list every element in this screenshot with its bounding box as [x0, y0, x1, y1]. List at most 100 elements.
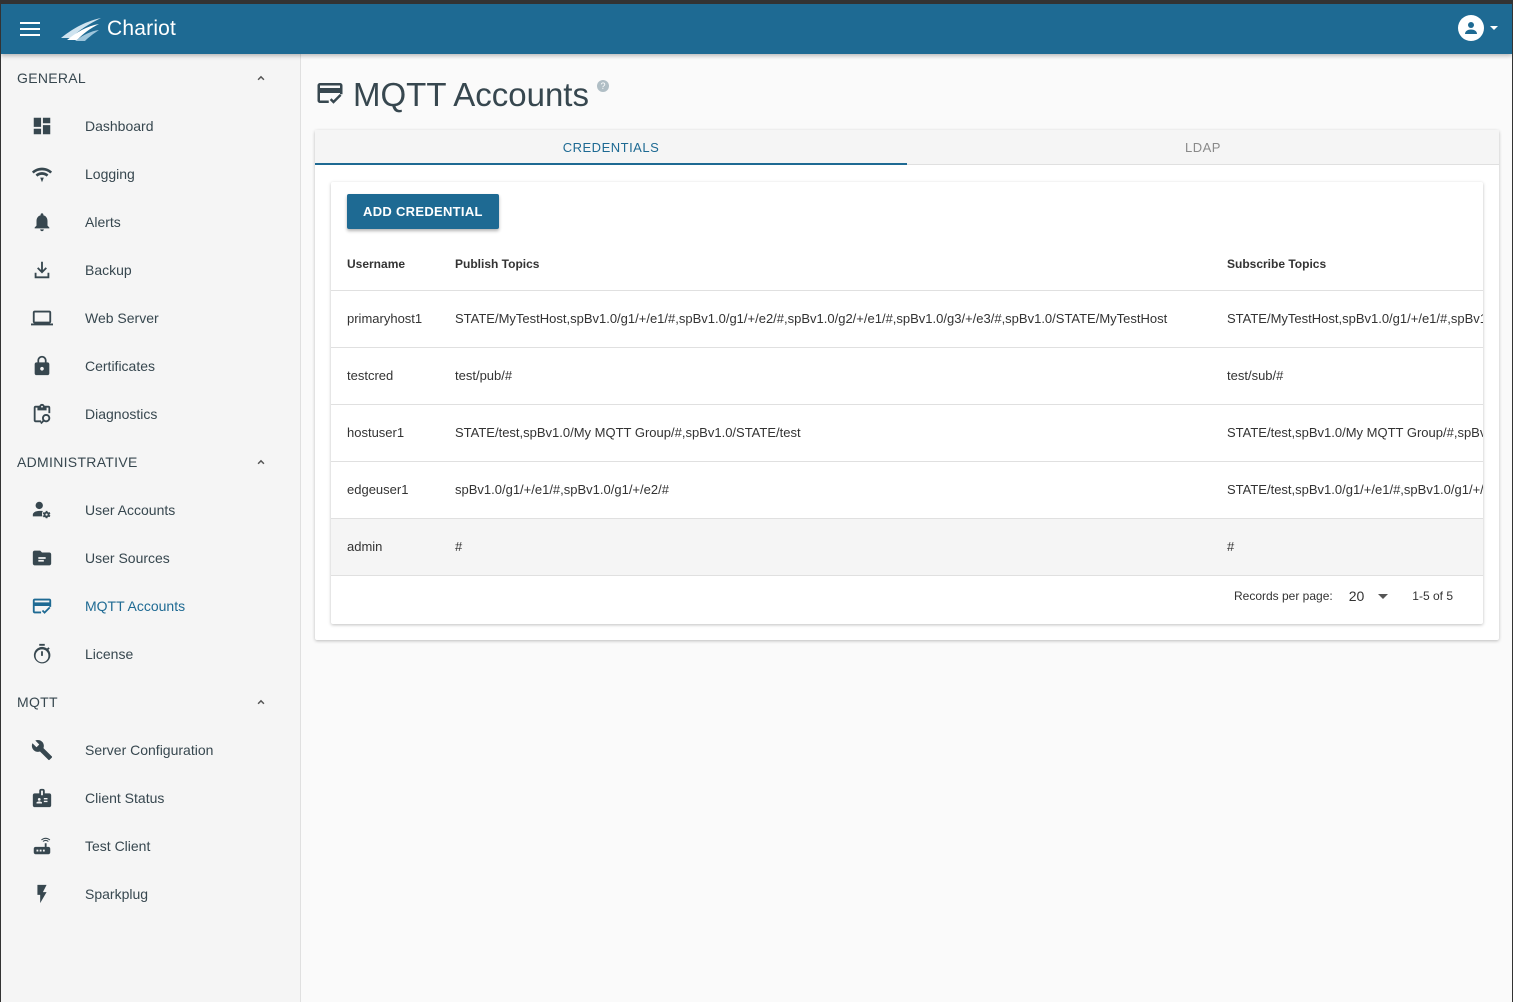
sidebar-item-label: Client Status [85, 790, 165, 806]
table-header-row: Username Publish Topics Subscribe Topics [331, 238, 1483, 291]
pagination: Records per page: 20 1-5 of 5 [1234, 588, 1453, 604]
tab-bar: CREDENTIALS LDAP [315, 130, 1499, 165]
section-header-general[interactable]: GENERAL [1, 54, 300, 102]
column-header-username[interactable]: Username [331, 238, 439, 291]
chevron-up-icon [257, 75, 265, 81]
brand[interactable]: Chariot [59, 16, 176, 42]
cell-username: testcred [331, 347, 439, 405]
section-header-administrative[interactable]: ADMINISTRATIVE [1, 438, 300, 486]
main-content: MQTT Accounts ? CREDENTIALS LDAP ADD CRE… [301, 54, 1512, 1002]
section-header-mqtt[interactable]: MQTT [1, 678, 300, 726]
download-icon [1, 259, 85, 281]
wrench-icon [1, 739, 85, 761]
sidebar: GENERAL Dashboard Logging Alerts Backup … [1, 54, 301, 1002]
help-icon[interactable]: ? [596, 80, 609, 92]
sidebar-item-user-accounts[interactable]: User Accounts [1, 486, 300, 534]
section-title: ADMINISTRATIVE [17, 454, 138, 470]
table-row[interactable]: edgeuser1 spBv1.0/g1/+/e1/#,spBv1.0/g1/+… [331, 461, 1483, 519]
chevron-down-icon [1378, 593, 1389, 599]
badge-icon [1, 787, 85, 809]
sidebar-item-label: Web Server [85, 310, 159, 326]
sidebar-item-label: License [85, 646, 134, 662]
card-check-icon [315, 78, 345, 113]
sidebar-item-test-client[interactable]: Test Client [1, 822, 300, 870]
cell-publish-topics: test/pub/# [439, 347, 1211, 405]
sidebar-item-backup[interactable]: Backup [1, 246, 300, 294]
app-window: Chariot GENERAL Dashboard Logging Alerts [1, 4, 1512, 1002]
sidebar-item-label: Test Client [85, 838, 151, 854]
sidebar-item-label: User Accounts [85, 502, 176, 518]
cell-publish-topics: STATE/test,spBv1.0/My MQTT Group/#,spBv1… [439, 404, 1211, 462]
sidebar-item-license[interactable]: License [1, 630, 300, 678]
section-title: MQTT [17, 694, 58, 710]
sidebar-item-label: Certificates [85, 358, 156, 374]
sidebar-item-label: Dashboard [85, 118, 154, 134]
sidebar-item-label: Server Configuration [85, 742, 214, 758]
cell-publish-topics: spBv1.0/g1/+/e1/#,spBv1.0/g1/+/e2/# [439, 461, 1211, 519]
section-title: GENERAL [17, 70, 87, 86]
accounts-card: CREDENTIALS LDAP ADD CREDENTIAL Username… [315, 130, 1499, 640]
cell-username: primaryhost1 [331, 290, 439, 348]
sidebar-item-sparkplug[interactable]: Sparkplug [1, 870, 300, 918]
cell-username: edgeuser1 [331, 461, 439, 519]
sidebar-item-label: Logging [85, 166, 135, 182]
sidebar-item-label: User Sources [85, 550, 170, 566]
sidebar-item-diagnostics[interactable]: Diagnostics [1, 390, 300, 438]
sidebar-item-alerts[interactable]: Alerts [1, 198, 300, 246]
page-title: MQTT Accounts [353, 76, 589, 113]
credentials-panel: ADD CREDENTIAL Username Publish Topics S… [331, 182, 1483, 624]
sidebar-item-label: MQTT Accounts [85, 598, 186, 614]
table-row[interactable]: testcred test/pub/# test/sub/# [331, 347, 1483, 405]
sidebar-item-server-configuration[interactable]: Server Configuration [1, 726, 300, 774]
table-row[interactable]: hostuser1 STATE/test,spBv1.0/My MQTT Gro… [331, 404, 1483, 462]
cell-publish-topics: STATE/MyTestHost,spBv1.0/g1/+/e1/#,spBv1… [439, 290, 1211, 348]
sidebar-item-logging[interactable]: Logging [1, 150, 300, 198]
folder-list-icon [1, 547, 85, 569]
clipboard-search-icon [1, 403, 85, 425]
cell-subscribe-topics: # [1211, 518, 1483, 576]
chevron-up-icon [257, 699, 265, 705]
cell-subscribe-topics: STATE/MyTestHost,spBv1.0/g1/+/e1/#,spBv1… [1211, 290, 1483, 348]
dashboard-icon [1, 115, 85, 137]
sidebar-item-label: Backup [85, 262, 132, 278]
user-gear-icon [1, 499, 85, 521]
sidebar-item-mqtt-accounts[interactable]: MQTT Accounts [1, 582, 300, 630]
column-header-subscribe-topics[interactable]: Subscribe Topics [1211, 238, 1483, 291]
sidebar-item-certificates[interactable]: Certificates [1, 342, 300, 390]
sidebar-item-web-server[interactable]: Web Server [1, 294, 300, 342]
lock-icon [1, 355, 85, 377]
hamburger-menu-icon[interactable] [1, 4, 59, 54]
table-row[interactable]: primaryhost1 STATE/MyTestHost,spBv1.0/g1… [331, 290, 1483, 348]
laptop-icon [1, 307, 85, 329]
sidebar-item-label: Sparkplug [85, 886, 149, 902]
card-check-icon [1, 595, 85, 617]
records-per-page-select[interactable]: 20 [1349, 588, 1389, 604]
user-menu[interactable] [1458, 15, 1498, 41]
records-per-page-label: Records per page: [1233, 589, 1333, 603]
tab-credentials[interactable]: CREDENTIALS [315, 130, 907, 165]
chevron-down-icon [1490, 26, 1498, 30]
table-row[interactable]: admin # # [331, 518, 1483, 576]
top-app-bar: Chariot [1, 4, 1512, 54]
pagination-range: 1-5 of 5 [1412, 589, 1453, 603]
cell-username: admin [331, 518, 439, 576]
records-per-page-value: 20 [1348, 588, 1365, 604]
tab-ldap[interactable]: LDAP [907, 130, 1499, 164]
chariot-logo-icon [61, 18, 101, 41]
sidebar-item-label: Diagnostics [85, 406, 158, 422]
sidebar-item-user-sources[interactable]: User Sources [1, 534, 300, 582]
cell-publish-topics: # [439, 518, 1211, 576]
chevron-up-icon [257, 459, 265, 465]
cell-username: hostuser1 [331, 404, 439, 462]
cell-subscribe-topics: STATE/test,spBv1.0/g1/+/e1/#,spBv1.0/g1/… [1211, 461, 1483, 519]
sidebar-item-dashboard[interactable]: Dashboard [1, 102, 300, 150]
add-credential-button[interactable]: ADD CREDENTIAL [347, 194, 499, 229]
lightning-icon [1, 883, 85, 905]
router-icon [1, 835, 85, 857]
column-header-publish-topics[interactable]: Publish Topics [439, 238, 1211, 291]
cell-subscribe-topics: test/sub/# [1211, 347, 1483, 405]
logging-icon [1, 163, 85, 185]
credentials-table: Username Publish Topics Subscribe Topics… [331, 238, 1483, 576]
account-circle-icon [1458, 15, 1484, 41]
sidebar-item-client-status[interactable]: Client Status [1, 774, 300, 822]
